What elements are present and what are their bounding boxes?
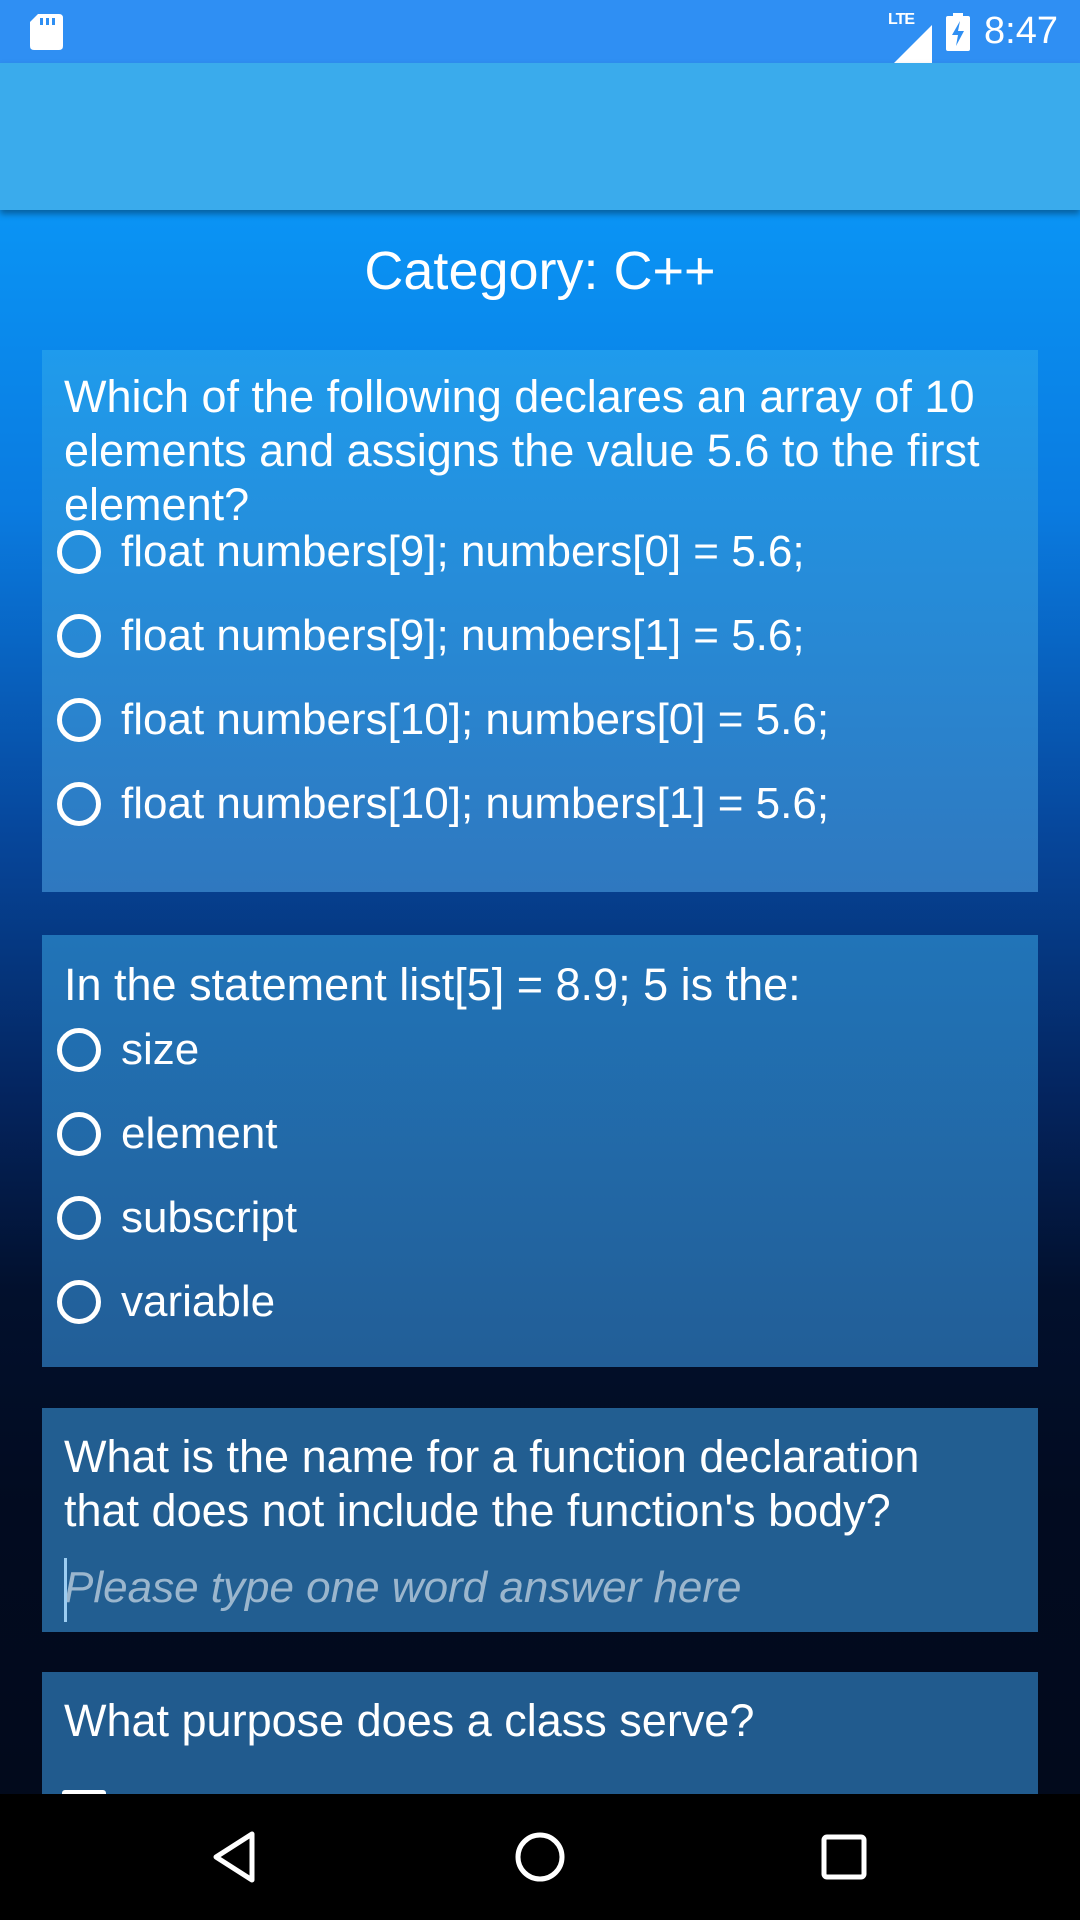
answer-option[interactable]: size <box>57 1020 199 1080</box>
quiz-content[interactable]: Category: C++ Which of the following dec… <box>0 210 1080 1794</box>
answer-option[interactable]: subscript <box>57 1188 297 1248</box>
option-label: variable <box>121 1277 276 1326</box>
radio-button[interactable] <box>57 614 101 658</box>
radio-button[interactable] <box>57 1196 101 1240</box>
answer-text-field[interactable] <box>64 1556 1004 1620</box>
answer-option[interactable]: float numbers[9]; numbers[0] = 5.6; <box>57 522 805 582</box>
question-card: Which of the following declares an array… <box>42 350 1038 892</box>
battery-charging-icon <box>946 12 971 51</box>
sd-card-icon <box>30 14 63 50</box>
radio-button[interactable] <box>57 1028 101 1072</box>
option-label: float numbers[10]; numbers[0] = 5.6; <box>121 695 830 744</box>
answer-option[interactable]: variable <box>57 1272 275 1332</box>
recent-apps-icon[interactable] <box>816 1829 872 1885</box>
option-label: size <box>121 1025 200 1074</box>
answer-option[interactable]: float numbers[9]; numbers[1] = 5.6; <box>57 606 805 666</box>
app-toolbar <box>0 63 1080 210</box>
radio-button[interactable] <box>57 698 101 742</box>
radio-button[interactable] <box>57 1280 101 1324</box>
question-text: What is the name for a function declarat… <box>64 1431 920 1536</box>
question-card: What is the name for a function declarat… <box>42 1408 1038 1632</box>
status-bar: LTE 8:47 <box>0 0 1080 63</box>
question-text: In the statement list[5] = 8.9; 5 is the… <box>64 959 801 1010</box>
category-title: Category: C++ <box>364 241 716 301</box>
text-cursor <box>64 1558 67 1622</box>
signal-icon <box>894 24 933 63</box>
question-card: What purpose does a class serve? <box>42 1672 1038 1794</box>
option-label: float numbers[9]; numbers[0] = 5.6; <box>121 527 805 576</box>
radio-button[interactable] <box>57 530 101 574</box>
back-icon[interactable] <box>208 1829 264 1885</box>
question-card: In the statement list[5] = 8.9; 5 is the… <box>42 935 1038 1367</box>
answer-option[interactable]: float numbers[10]; numbers[0] = 5.6; <box>57 690 829 750</box>
navigation-bar <box>0 1794 1080 1920</box>
radio-button[interactable] <box>57 782 101 826</box>
question-text: Which of the following declares an array… <box>64 371 980 530</box>
answer-option[interactable]: element <box>57 1104 278 1164</box>
option-label: element <box>121 1109 278 1158</box>
radio-button[interactable] <box>57 1112 101 1156</box>
answer-option[interactable]: float numbers[10]; numbers[1] = 5.6; <box>57 774 829 834</box>
question-text: What purpose does a class serve? <box>64 1695 755 1746</box>
home-icon[interactable] <box>512 1829 568 1885</box>
option-label: subscript <box>121 1193 298 1242</box>
option-label: float numbers[9]; numbers[1] = 5.6; <box>121 611 805 660</box>
clock: 8:47 <box>984 10 1058 52</box>
option-label: float numbers[10]; numbers[1] = 5.6; <box>121 779 830 828</box>
